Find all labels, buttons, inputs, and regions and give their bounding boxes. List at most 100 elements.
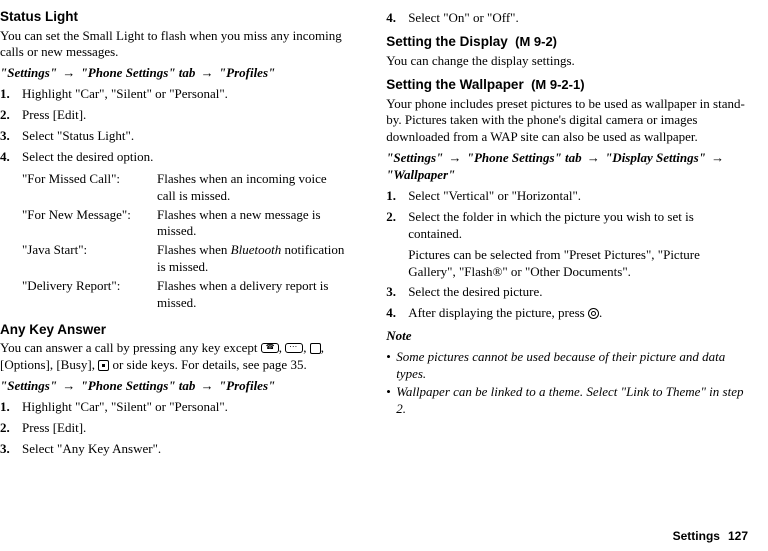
step-number: 3. bbox=[386, 284, 408, 301]
path-seg: "Phone Settings" tab bbox=[81, 65, 196, 80]
step-text: Select "Any Key Answer". bbox=[22, 441, 348, 458]
step-item: 4. After displaying the picture, press . bbox=[386, 305, 748, 322]
step-text: After displaying the picture, press . bbox=[408, 305, 748, 322]
step-number: 2. bbox=[0, 420, 22, 437]
clear-key-icon bbox=[285, 343, 303, 353]
arrow-icon: → bbox=[60, 65, 77, 80]
option-term: "For Missed Call": bbox=[22, 170, 157, 206]
wallpaper-heading: Setting the Wallpaper bbox=[386, 77, 524, 92]
step-number: 4. bbox=[0, 149, 22, 166]
step-text: Select "Status Light". bbox=[22, 128, 348, 145]
step-text: Press [Edit]. bbox=[22, 420, 348, 437]
step-number: 2. bbox=[0, 107, 22, 124]
note-item: •Some pictures cannot be used because of… bbox=[386, 349, 748, 383]
step-item: 2.Press [Edit]. bbox=[0, 420, 348, 437]
step-item: 4.Select the desired option. bbox=[0, 149, 348, 166]
step-text: Press [Edit]. bbox=[22, 107, 348, 124]
page-footer: Settings127 bbox=[673, 529, 748, 545]
step-number: 1. bbox=[386, 188, 408, 205]
txt: Select the folder in which the picture y… bbox=[408, 209, 694, 241]
path-seg: "Phone Settings" tab bbox=[81, 378, 196, 393]
option-desc: Flashes when Bluetooth notification is m… bbox=[157, 241, 348, 277]
bullet-icon: • bbox=[386, 384, 396, 418]
txt: You can answer a call by pressing any ke… bbox=[0, 340, 261, 355]
path-seg: "Settings" bbox=[0, 65, 57, 80]
option-row: "For New Message":Flashes when a new mes… bbox=[22, 206, 348, 242]
step-text: Highlight "Car", "Silent" or "Personal". bbox=[22, 399, 348, 416]
option-desc: Flashes when a delivery report is missed… bbox=[157, 277, 348, 313]
display-intro: You can change the display settings. bbox=[386, 53, 748, 70]
step-item: 3.Select the desired picture. bbox=[386, 284, 748, 301]
arrow-icon: → bbox=[709, 150, 726, 165]
any-key-heading: Any Key Answer bbox=[0, 321, 348, 339]
bluetooth-italic: Bluetooth bbox=[231, 242, 282, 257]
note-heading: Note bbox=[386, 328, 748, 345]
step-item: 3.Select "Status Light". bbox=[0, 128, 348, 145]
step-text: Select the folder in which the picture y… bbox=[408, 209, 748, 281]
any-key-steps: 1.Highlight "Car", "Silent" or "Personal… bbox=[0, 399, 348, 458]
ok-key-icon bbox=[588, 308, 599, 319]
path-seg: "Phone Settings" tab bbox=[467, 150, 582, 165]
page-number: 127 bbox=[728, 529, 748, 543]
path-seg: "Wallpaper" bbox=[386, 167, 455, 182]
status-light-path: "Settings" → "Phone Settings" tab → "Pro… bbox=[0, 65, 348, 82]
menu-code: (M 9-2-1) bbox=[527, 77, 584, 92]
step-item: 1.Highlight "Car", "Silent" or "Personal… bbox=[0, 86, 348, 103]
path-seg: "Settings" bbox=[386, 150, 443, 165]
step-number: 1. bbox=[0, 86, 22, 103]
txt: Flashes when bbox=[157, 242, 231, 257]
step-number: 4. bbox=[386, 305, 408, 322]
arrow-icon: → bbox=[60, 378, 77, 393]
any-key-intro: You can answer a call by pressing any ke… bbox=[0, 340, 348, 374]
step-item: 2.Press [Edit]. bbox=[0, 107, 348, 124]
option-term: "For New Message": bbox=[22, 206, 157, 242]
right-column: 4.Select "On" or "Off". Setting the Disp… bbox=[358, 6, 748, 462]
step-item: 1.Highlight "Car", "Silent" or "Personal… bbox=[0, 399, 348, 416]
wallpaper-intro: Your phone includes preset pictures to b… bbox=[386, 96, 748, 147]
step-item: 4.Select "On" or "Off". bbox=[386, 10, 748, 27]
path-seg: "Display Settings" bbox=[605, 150, 706, 165]
note-text: Wallpaper can be linked to a theme. Sele… bbox=[396, 384, 748, 418]
status-light-options: "For Missed Call":Flashes when an incomi… bbox=[22, 170, 348, 313]
end-key-icon bbox=[261, 343, 279, 353]
option-row: "For Missed Call":Flashes when an incomi… bbox=[22, 170, 348, 206]
path-seg: "Profiles" bbox=[219, 65, 275, 80]
side-key-icon bbox=[310, 343, 321, 354]
step-item: 3.Select "Any Key Answer". bbox=[0, 441, 348, 458]
option-desc: Flashes when an incoming voice call is m… bbox=[157, 170, 348, 206]
txt: After displaying the picture, press bbox=[408, 305, 588, 320]
center-key-icon bbox=[98, 360, 109, 371]
step-text: Select the desired option. bbox=[22, 149, 348, 166]
option-row: "Java Start":Flashes when Bluetooth noti… bbox=[22, 241, 348, 277]
arrow-icon: → bbox=[447, 150, 464, 165]
sub-text: Pictures can be selected from "Preset Pi… bbox=[408, 247, 748, 281]
txt: . bbox=[599, 305, 602, 320]
display-heading-row: Setting the Display (M 9-2) bbox=[386, 33, 748, 51]
step-number: 3. bbox=[0, 441, 22, 458]
arrow-icon: → bbox=[585, 150, 602, 165]
txt: , bbox=[303, 340, 310, 355]
code-text: (M 9-2-1) bbox=[531, 77, 584, 92]
any-key-path: "Settings" → "Phone Settings" tab → "Pro… bbox=[0, 378, 348, 395]
path-seg: "Settings" bbox=[0, 378, 57, 393]
path-seg: "Profiles" bbox=[219, 378, 275, 393]
arrow-icon: → bbox=[199, 65, 216, 80]
step-item: 2. Select the folder in which the pictur… bbox=[386, 209, 748, 281]
step-text: Select "Vertical" or "Horizontal". bbox=[408, 188, 748, 205]
note-item: •Wallpaper can be linked to a theme. Sel… bbox=[386, 384, 748, 418]
bullet-icon: • bbox=[386, 349, 396, 383]
step-text: Select "On" or "Off". bbox=[408, 10, 748, 27]
step-number: 2. bbox=[386, 209, 408, 281]
any-key-steps-cont: 4.Select "On" or "Off". bbox=[386, 10, 748, 27]
option-term: "Java Start": bbox=[22, 241, 157, 277]
status-light-intro: You can set the Small Light to flash whe… bbox=[0, 28, 348, 62]
two-column-layout: Status Light You can set the Small Light… bbox=[0, 6, 748, 462]
step-text: Highlight "Car", "Silent" or "Personal". bbox=[22, 86, 348, 103]
option-term: "Delivery Report": bbox=[22, 277, 157, 313]
note-list: •Some pictures cannot be used because of… bbox=[386, 349, 748, 418]
step-item: 1.Select "Vertical" or "Horizontal". bbox=[386, 188, 748, 205]
step-text: Select the desired picture. bbox=[408, 284, 748, 301]
txt: or side keys. For details, see page 35. bbox=[109, 357, 306, 372]
step-number: 4. bbox=[386, 10, 408, 27]
step-number: 1. bbox=[0, 399, 22, 416]
